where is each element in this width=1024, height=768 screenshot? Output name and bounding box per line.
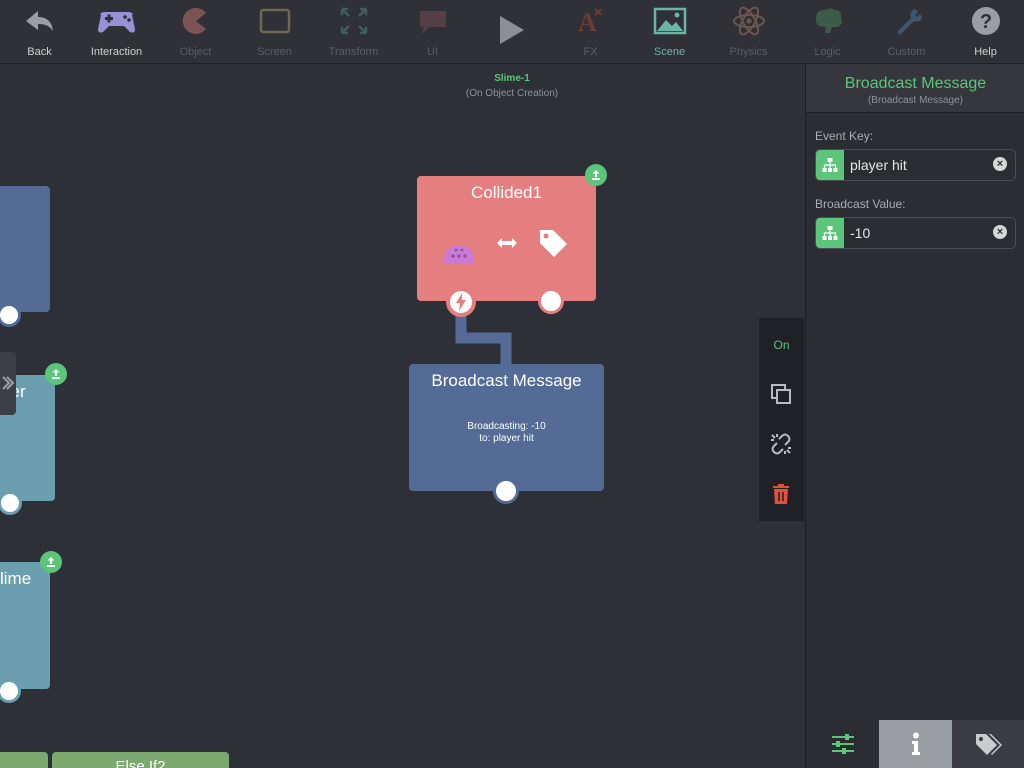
double-arrow-icon	[497, 238, 517, 248]
properties-panel: Broadcast Message (Broadcast Message) Ev…	[805, 64, 1024, 768]
upload-badge-icon[interactable]	[40, 551, 62, 573]
tags-icon	[975, 734, 1002, 755]
info-icon	[911, 732, 920, 755]
left-block-top[interactable]	[0, 186, 50, 312]
else-if-block[interactable]: Else If2	[52, 752, 229, 768]
panel-subtitle: (Broadcast Message)	[867, 95, 964, 106]
brain-icon	[815, 8, 842, 33]
broadcast-value-field[interactable]: -10 ×	[815, 217, 1016, 249]
tag-icon	[540, 230, 567, 257]
else-if-title: Else If2	[115, 758, 166, 768]
broadcast-block-line2: to: player hit	[479, 433, 534, 444]
left-block-slime-title: lime	[0, 569, 32, 588]
atom-icon	[733, 6, 765, 36]
tab-settings[interactable]	[806, 720, 879, 768]
play-icon	[500, 16, 524, 44]
gamepad-icon	[98, 12, 135, 33]
expand-arrows-icon	[340, 7, 368, 35]
ui-button[interactable]: UI	[393, 0, 472, 63]
event-name: (On Object Creation)	[465, 88, 559, 99]
event-key-label: Event Key:	[815, 129, 874, 143]
svg-text:?: ?	[980, 11, 992, 33]
back-button[interactable]: Back	[0, 0, 79, 63]
sliders-icon	[831, 734, 854, 754]
object-name: Slime-1	[494, 73, 530, 84]
transform-button[interactable]: Transform	[314, 0, 393, 63]
script-canvas[interactable]: Slime-1 (On Object Creation) yer lime El…	[0, 64, 805, 768]
fx-icon: A	[578, 8, 602, 37]
tab-info[interactable]	[879, 720, 952, 768]
help-label: Help	[974, 46, 997, 58]
logic-button[interactable]: Logic	[788, 0, 867, 63]
custom-label: Custom	[887, 46, 926, 58]
clear-icon[interactable]: ×	[993, 225, 1007, 239]
svg-text:A: A	[578, 8, 597, 37]
wrench-icon	[897, 9, 922, 35]
lightning-port-icon[interactable]	[446, 287, 476, 317]
landscape-icon	[653, 7, 687, 35]
logic-label: Logic	[814, 46, 841, 58]
upload-badge-icon[interactable]	[45, 363, 67, 385]
tab-tags[interactable]	[952, 720, 1024, 768]
back-label: Back	[27, 46, 52, 58]
broadcast-value-value[interactable]: -10	[850, 225, 870, 241]
broadcast-block-line1: Broadcasting: -10	[467, 421, 546, 432]
fx-button[interactable]: A FX	[551, 0, 630, 63]
on-toggle[interactable]: On	[759, 338, 804, 352]
custom-button[interactable]: Custom	[867, 0, 946, 63]
left-block-slime[interactable]: lime	[0, 562, 50, 689]
trash-icon[interactable]	[769, 482, 793, 506]
broadcast-output-port[interactable]	[493, 478, 519, 504]
screen-label: Screen	[257, 46, 292, 58]
fx-label: FX	[583, 46, 598, 58]
screen-button[interactable]: Screen	[235, 0, 314, 63]
object-button[interactable]: Object	[156, 0, 235, 63]
block-tools-strip: On	[759, 318, 804, 521]
ui-label: UI	[427, 46, 438, 58]
back-arrow-icon	[26, 11, 53, 31]
collided-output-port[interactable]	[538, 288, 564, 314]
scene-button[interactable]: Scene	[630, 0, 709, 63]
left-block-slime-port[interactable]	[0, 679, 21, 703]
slime-icon	[443, 245, 475, 264]
left-block-player-port[interactable]	[0, 491, 22, 515]
transform-label: Transform	[328, 46, 379, 58]
connector-line	[455, 314, 512, 369]
pacman-icon	[182, 8, 206, 35]
clear-icon[interactable]: ×	[993, 157, 1007, 171]
broadcast-value-label: Broadcast Value:	[815, 197, 906, 211]
physics-button[interactable]: Physics	[709, 0, 788, 63]
panel-header: Broadcast Message (Broadcast Message)	[806, 64, 1024, 113]
collided-title: Collided1	[471, 183, 542, 202]
unlink-icon[interactable]	[769, 432, 793, 456]
tablet-icon	[259, 8, 291, 34]
panel-title: Broadcast Message	[844, 75, 987, 92]
broadcast-block-title: Broadcast Message	[431, 371, 582, 390]
duplicate-icon[interactable]	[769, 382, 793, 406]
hierarchy-icon[interactable]	[816, 150, 844, 180]
play-button[interactable]	[472, 0, 551, 63]
sidebar-collapse-handle[interactable]	[0, 352, 16, 415]
help-button[interactable]: ? Help	[946, 0, 1024, 63]
hierarchy-icon[interactable]	[816, 218, 844, 248]
interaction-label: Interaction	[90, 46, 143, 58]
object-label: Object	[179, 46, 212, 58]
interaction-button[interactable]: Interaction	[77, 0, 156, 63]
physics-label: Physics	[729, 46, 768, 58]
left-block-top-port[interactable]	[0, 303, 21, 327]
event-key-field[interactable]: player hit ×	[815, 149, 1016, 181]
left-block-green[interactable]	[0, 752, 48, 768]
scene-label: Scene	[653, 46, 686, 58]
collided-block[interactable]: Collided1	[417, 176, 596, 301]
chevron-right-icon	[2, 376, 15, 390]
panel-tabs	[806, 720, 1024, 768]
help-icon: ?	[972, 7, 1000, 35]
broadcast-message-block[interactable]: Broadcast Message Broadcasting: -10 to: …	[409, 364, 604, 491]
upload-badge-icon[interactable]	[585, 164, 607, 186]
event-key-value[interactable]: player hit	[850, 157, 907, 173]
top-toolbar: Back Interaction Object Screen Transform…	[0, 0, 1024, 64]
chat-bubble-icon	[420, 11, 446, 33]
